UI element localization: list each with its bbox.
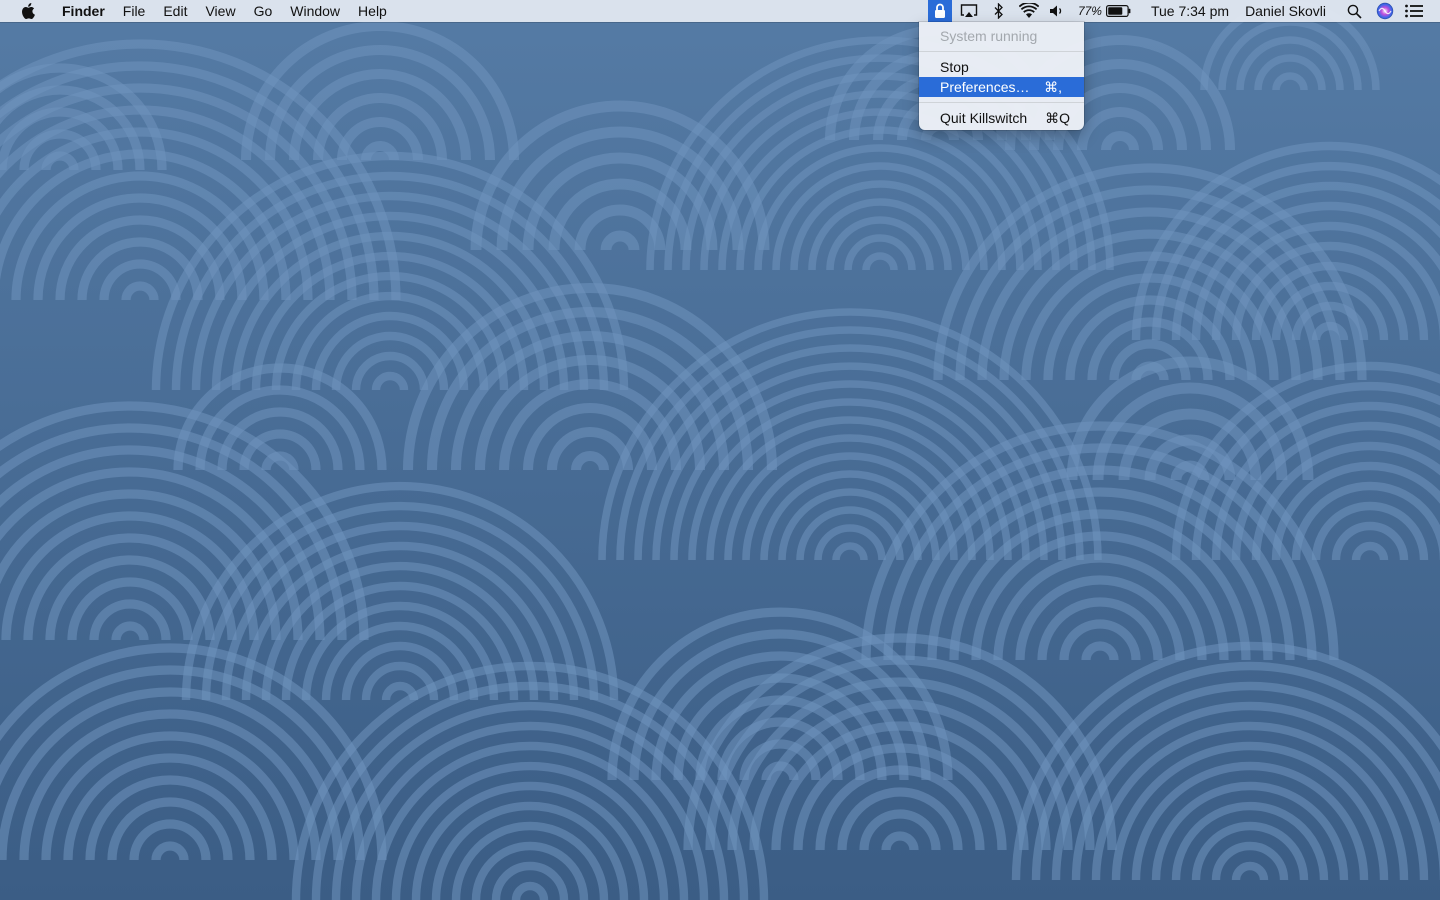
clock[interactable]: Tue 7:34 pm xyxy=(1151,0,1245,22)
menu-file[interactable]: File xyxy=(114,0,155,22)
menu-bar: Finder File Edit View Go Window Help 77%… xyxy=(0,0,1440,22)
user-name[interactable]: Daniel Skovli xyxy=(1245,0,1340,22)
preferences-menu-item[interactable]: Preferences… ⌘, xyxy=(919,77,1084,97)
menu-app-name[interactable]: Finder xyxy=(53,0,114,22)
menu-go[interactable]: Go xyxy=(245,0,282,22)
desktop-wallpaper xyxy=(0,0,1440,900)
stop-label: Stop xyxy=(940,59,969,75)
preferences-label: Preferences… xyxy=(940,79,1030,95)
apple-logo-icon[interactable] xyxy=(17,3,39,19)
menu-separator xyxy=(919,51,1084,52)
quit-label: Quit Killswitch xyxy=(940,110,1028,126)
battery-status[interactable]: 77% xyxy=(1068,0,1151,22)
battery-icon xyxy=(1105,5,1131,17)
battery-percent: 77% xyxy=(1077,4,1102,18)
quit-menu-item[interactable]: Quit Killswitch ⌘Q xyxy=(919,108,1084,128)
status-text: System running xyxy=(919,26,1084,46)
search-icon[interactable] xyxy=(1340,0,1368,22)
killswitch-dropdown-menu: System running Stop Preferences… ⌘, Quit… xyxy=(919,22,1084,130)
menu-separator xyxy=(919,102,1084,103)
lock-icon xyxy=(934,3,946,19)
menu-help[interactable]: Help xyxy=(349,0,396,22)
status-label: System running xyxy=(940,28,1038,44)
menu-view[interactable]: View xyxy=(196,0,244,22)
volume-icon[interactable] xyxy=(1046,0,1068,22)
list-icon[interactable] xyxy=(1402,0,1426,22)
stop-menu-item[interactable]: Stop xyxy=(919,57,1084,77)
menu-window[interactable]: Window xyxy=(281,0,349,22)
wifi-icon[interactable] xyxy=(1012,0,1046,22)
menu-edit[interactable]: Edit xyxy=(154,0,196,22)
airplay-icon[interactable] xyxy=(952,0,986,22)
killswitch-status-item[interactable] xyxy=(927,0,952,22)
quit-shortcut: ⌘Q xyxy=(1045,110,1070,126)
bluetooth-icon[interactable] xyxy=(986,0,1012,22)
siri-icon[interactable] xyxy=(1368,0,1402,22)
preferences-shortcut: ⌘, xyxy=(1044,79,1062,95)
